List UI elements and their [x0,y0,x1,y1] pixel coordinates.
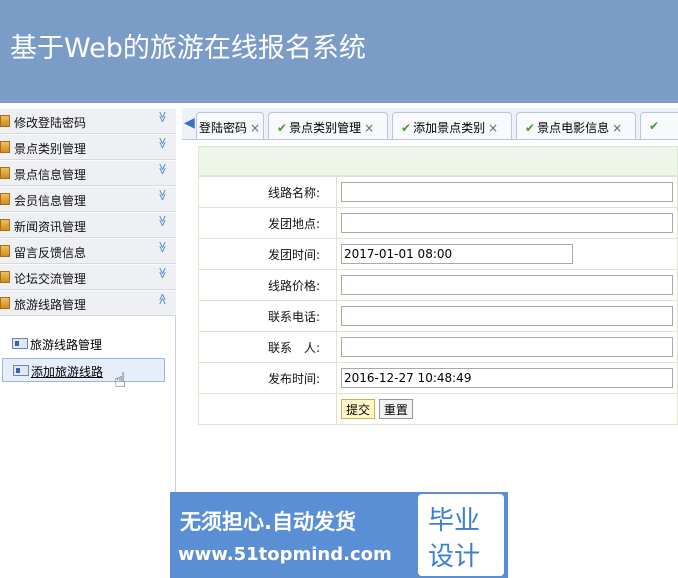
check-icon: ✔ [277,121,288,135]
tab-bar: ◀ 登陆密码 × ✔ 景点类别管理 × ✔ 添加景点类别 × ✔ 景点电影信息 × ✔ [182,108,678,140]
tab-scenic-category[interactable]: ✔ 景点类别管理 × [268,112,388,139]
tab-label: 添加景点类别 [413,121,486,135]
folder-icon [0,271,10,283]
sidebar-item-feedback[interactable]: 留言反馈信息 ≫ [0,238,176,264]
field-label: 联系 人: [198,331,337,363]
badge-line2: 设计 [428,542,481,572]
tab-partial[interactable]: ✔ [640,112,678,139]
card-icon [12,338,28,349]
sub-item-route-management[interactable]: 旅游线路管理 [2,332,165,356]
sidebar-item-change-password[interactable]: 修改登陆密码 ≫ [0,108,176,134]
sidebar-item-news[interactable]: 新闻资讯管理 ≫ [0,212,176,238]
sub-item-label: 旅游线路管理 [30,338,103,352]
chevron-down-icon: ≫ [156,163,170,175]
close-icon[interactable]: × [488,121,498,135]
check-icon: ✔ [649,119,660,133]
tab-label: 景点电影信息 [537,121,610,135]
form-table: 线路名称: 发团地点: 发团时间: 线路价格: 联系电话: 联系 人: 发布时间… [198,176,678,425]
app-header: 基于Web的旅游在线报名系统 [0,0,678,103]
check-icon: ✔ [401,121,412,135]
form-row: 发布时间: [198,362,678,394]
chevron-down-icon: ≫ [156,137,170,149]
folder-icon [0,245,10,257]
close-icon[interactable]: × [364,121,374,135]
sidebar-item-label: 旅游线路管理 [14,298,87,312]
sidebar-item-forum[interactable]: 论坛交流管理 ≫ [0,264,176,290]
form-row: 发团时间: [198,238,678,270]
form-header-bar [198,146,678,176]
banner-url: www.51topmind.com [178,544,392,565]
tab-label: 登陆密码 [199,121,248,135]
sidebar-item-label: 论坛交流管理 [14,272,87,286]
tab-add-scenic-category[interactable]: ✔ 添加景点类别 × [392,112,512,139]
sidebar-item-scenic-info[interactable]: 景点信息管理 ≫ [0,160,176,186]
field-label: 线路名称: [198,176,337,208]
publish-time-input[interactable] [341,368,673,388]
departure-place-input[interactable] [341,213,673,233]
sidebar-item-label: 新闻资讯管理 [14,220,87,234]
tab-change-password[interactable]: 登陆密码 × [196,112,264,139]
field-label: 发团时间: [198,238,337,270]
departure-time-input[interactable] [341,244,573,264]
chevron-up-icon: ≪ [156,293,170,305]
card-icon [13,365,29,376]
sidebar-item-label: 修改登陆密码 [14,116,87,130]
tab-scroll-left-icon[interactable]: ◀ [184,115,195,131]
badge-line1: 毕业 [428,506,481,536]
form-row: 联系电话: [198,300,678,332]
tab-scenic-movie-info[interactable]: ✔ 景点电影信息 × [516,112,636,139]
banner-badge: 毕业 设计 [418,494,504,576]
reset-button[interactable]: 重置 [378,399,413,419]
chevron-down-icon: ≫ [156,267,170,279]
close-icon[interactable]: × [250,121,260,135]
folder-icon [0,297,10,309]
sidebar-item-label: 景点信息管理 [14,168,87,182]
sidebar-item-label: 留言反馈信息 [14,246,87,260]
sidebar: 修改登陆密码 ≫ 景点类别管理 ≫ 景点信息管理 ≫ 会员信息管理 ≫ 新闻资讯… [0,108,176,578]
close-icon[interactable]: × [612,121,622,135]
chevron-down-icon: ≫ [156,215,170,227]
form-row: 线路名称: [198,176,678,208]
folder-icon [0,193,10,205]
sidebar-item-travel-routes[interactable]: 旅游线路管理 ≪ [0,290,176,316]
banner-slogan: 无须担心.自动发货 [180,510,356,534]
form-row: 发团地点: [198,207,678,239]
folder-icon [0,141,10,153]
chevron-down-icon: ≫ [156,189,170,201]
folder-icon [0,167,10,179]
chevron-down-icon: ≫ [156,111,170,123]
sidebar-item-label: 景点类别管理 [14,142,87,156]
field-label: 发团地点: [198,207,337,239]
sidebar-item-member-info[interactable]: 会员信息管理 ≫ [0,186,176,212]
submit-button[interactable]: 提交 [341,399,376,419]
sidebar-item-label: 会员信息管理 [14,194,87,208]
add-route-form: 线路名称: 发团地点: 发团时间: 线路价格: 联系电话: 联系 人: 发布时间… [198,146,678,425]
app-title: 基于Web的旅游在线报名系统 [10,33,366,64]
route-price-input[interactable] [341,275,673,295]
sub-item-add-route[interactable]: 添加旅游线路 [2,358,165,382]
field-label: 线路价格: [198,269,337,301]
tab-label: 景点类别管理 [289,121,362,135]
sub-item-label: 添加旅游线路 [31,365,104,379]
field-label: 联系电话: [198,300,337,332]
form-row: 联系 人: [198,331,678,363]
sidebar-item-scenic-category[interactable]: 景点类别管理 ≫ [0,134,176,160]
folder-icon [0,219,10,231]
hand-cursor-icon: ☝ [114,368,127,392]
route-name-input[interactable] [341,182,673,202]
watermark-banner: 无须担心.自动发货 www.51topmind.com 毕业 设计 [170,492,508,578]
check-icon: ✔ [525,121,536,135]
phone-input[interactable] [341,306,673,326]
contact-person-input[interactable] [341,337,673,357]
empty-cell [198,393,337,425]
chevron-down-icon: ≫ [156,241,170,253]
folder-icon [0,115,10,127]
form-row: 线路价格: [198,269,678,301]
field-label: 发布时间: [198,362,337,394]
form-row: 提交 重置 [198,393,678,425]
